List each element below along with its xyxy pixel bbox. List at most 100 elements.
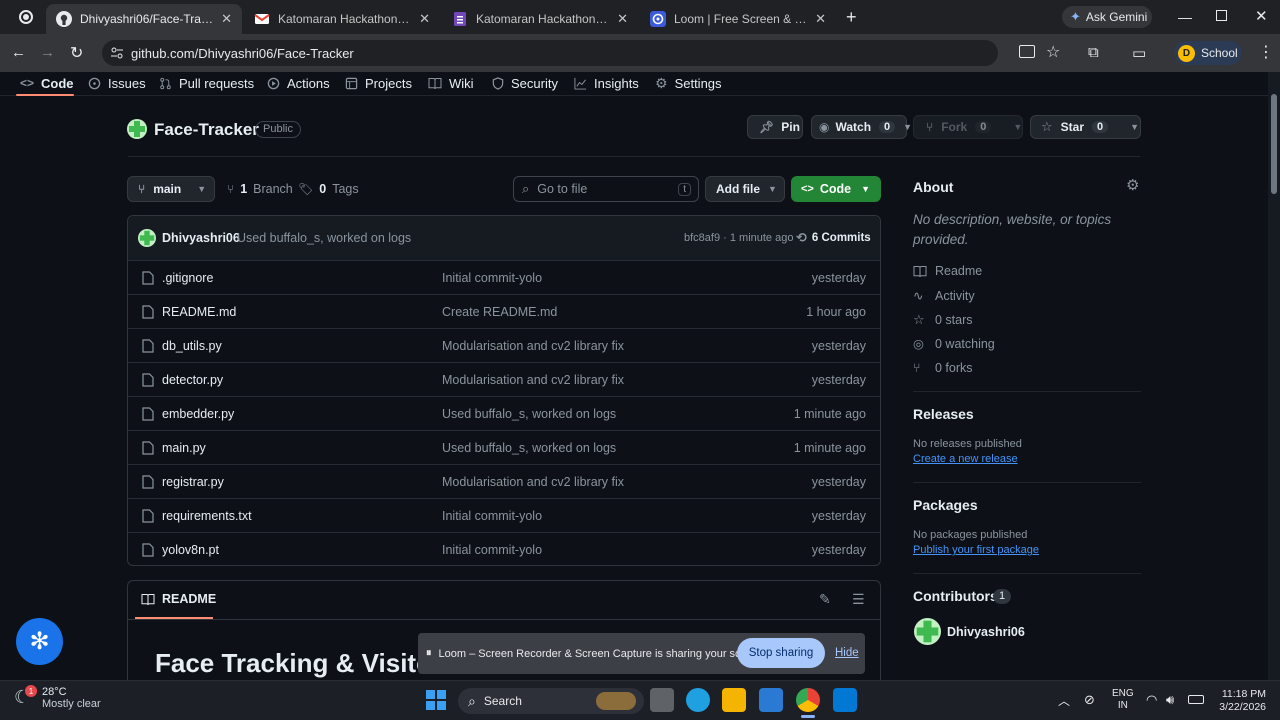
- tab-issues[interactable]: Issues: [88, 74, 146, 92]
- star-button[interactable]: ☆ Star 0 ▼: [1030, 115, 1141, 139]
- file-name[interactable]: detector.py: [162, 373, 223, 387]
- ask-gemini-button[interactable]: ✦ Ask Gemini: [1062, 6, 1152, 28]
- publish-package-link[interactable]: Publish your first package: [913, 544, 1039, 556]
- repo-title[interactable]: Face-Tracker: [154, 120, 259, 140]
- branch-selector[interactable]: ⑂ main ▼: [127, 176, 215, 202]
- tab-insights[interactable]: Insights: [574, 74, 639, 92]
- address-bar[interactable]: github.com/Dhivyashri06/Face-Tracker: [102, 40, 998, 66]
- code-button[interactable]: <> Code ▼: [791, 176, 881, 202]
- file-row[interactable]: .gitignore Initial commit-yolo yesterday: [128, 260, 880, 294]
- contributor-name[interactable]: Dhivyashri06: [947, 625, 1025, 639]
- file-commit-message[interactable]: Modularisation and cv2 library fix: [442, 475, 624, 489]
- tags-link[interactable]: 🏷︎ 0 Tags: [298, 182, 359, 196]
- about-stars-link[interactable]: ☆ 0 stars: [913, 312, 973, 328]
- profile-button[interactable]: D School: [1174, 41, 1242, 65]
- add-file-button[interactable]: Add file ▼: [705, 176, 785, 202]
- close-icon[interactable]: ✕: [617, 11, 628, 27]
- file-commit-message[interactable]: Initial commit-yolo: [442, 271, 542, 285]
- file-row[interactable]: detector.py Modularisation and cv2 libra…: [128, 362, 880, 396]
- about-forks-link[interactable]: ⑂ 0 forks: [913, 361, 973, 375]
- media-icon[interactable]: ▭: [1132, 44, 1146, 62]
- file-explorer-icon[interactable]: [722, 688, 746, 712]
- tray-overflow-icon[interactable]: ︿: [1058, 692, 1070, 709]
- create-release-link[interactable]: Create a new release: [913, 453, 1018, 465]
- language-indicator[interactable]: ENG IN: [1112, 688, 1134, 712]
- packages-title[interactable]: Packages: [913, 497, 978, 513]
- tab-settings[interactable]: ⚙ Settings: [655, 74, 722, 92]
- volume-icon[interactable]: 🔊︎: [1166, 692, 1174, 708]
- commit-sha-time[interactable]: bfc8af9 · 1 minute ago: [684, 232, 793, 244]
- file-row[interactable]: db_utils.py Modularisation and cv2 libra…: [128, 328, 880, 362]
- file-row[interactable]: registrar.py Modularisation and cv2 libr…: [128, 464, 880, 498]
- contributor-avatar[interactable]: [914, 618, 941, 645]
- clock[interactable]: 11:18 PM 3/22/2026: [1214, 688, 1266, 714]
- file-name[interactable]: db_utils.py: [162, 339, 222, 353]
- back-icon[interactable]: ←: [11, 44, 26, 61]
- file-name[interactable]: yolov8n.pt: [162, 543, 219, 557]
- stop-sharing-button[interactable]: Stop sharing: [737, 638, 825, 668]
- commit-message[interactable]: Used buffalo_s, worked on logs: [237, 231, 411, 245]
- edge-icon[interactable]: [686, 688, 710, 712]
- chrome-icon[interactable]: [796, 688, 820, 712]
- readme-tab[interactable]: README: [141, 592, 216, 606]
- commits-link[interactable]: ⟲ 6 Commits: [796, 230, 871, 246]
- file-name[interactable]: requirements.txt: [162, 509, 252, 523]
- page-scrollbar[interactable]: [1268, 72, 1280, 680]
- tab-forms[interactable]: Katomaran Hackathon Submiss ✕: [442, 4, 638, 34]
- menu-icon[interactable]: ⋮: [1258, 42, 1274, 62]
- no-camera-icon[interactable]: ⊘: [1084, 692, 1095, 708]
- weather-widget[interactable]: ☾ 1 28°C Mostly clear: [14, 685, 101, 710]
- tab-actions[interactable]: Actions: [267, 74, 330, 92]
- file-commit-message[interactable]: Create README.md: [442, 305, 557, 319]
- tab-projects[interactable]: Projects: [345, 74, 412, 92]
- releases-title[interactable]: Releases: [913, 406, 974, 422]
- close-icon[interactable]: ✕: [221, 11, 232, 27]
- file-name[interactable]: embedder.py: [162, 407, 234, 421]
- task-view-icon[interactable]: [650, 688, 674, 712]
- file-name[interactable]: README.md: [162, 305, 236, 319]
- file-row[interactable]: README.md Create README.md 1 hour ago: [128, 294, 880, 328]
- about-watching-link[interactable]: ◎ 0 watching: [913, 336, 995, 352]
- file-commit-message[interactable]: Initial commit-yolo: [442, 543, 542, 557]
- reload-icon[interactable]: ↻: [70, 43, 83, 63]
- hide-banner-link[interactable]: Hide: [835, 647, 859, 659]
- wifi-icon[interactable]: ◠: [1146, 692, 1157, 708]
- file-name[interactable]: .gitignore: [162, 271, 213, 285]
- file-name[interactable]: registrar.py: [162, 475, 224, 489]
- file-row[interactable]: requirements.txt Initial commit-yolo yes…: [128, 498, 880, 532]
- outline-list-icon[interactable]: ☰: [852, 591, 865, 608]
- start-button[interactable]: [426, 690, 446, 710]
- tab-wiki[interactable]: Wiki: [428, 74, 474, 92]
- watch-button[interactable]: ◉ Watch 0 ▼: [811, 115, 912, 139]
- floating-action-button[interactable]: ✻: [16, 618, 63, 665]
- new-tab-button[interactable]: +: [846, 7, 857, 28]
- window-close-icon[interactable]: ✕: [1255, 7, 1268, 25]
- file-commit-message[interactable]: Used buffalo_s, worked on logs: [442, 441, 616, 455]
- branches-link[interactable]: ⑂ 1 Branch: [227, 182, 293, 196]
- edit-pencil-icon[interactable]: ✎: [819, 591, 831, 608]
- about-activity-link[interactable]: ∿ Activity: [913, 288, 975, 304]
- maximize-icon[interactable]: [1216, 10, 1227, 21]
- goto-file-input[interactable]: ⌕ Go to file t: [513, 176, 699, 202]
- install-app-icon[interactable]: [1019, 45, 1035, 58]
- close-icon[interactable]: ✕: [815, 11, 826, 27]
- recording-indicator[interactable]: [19, 10, 33, 24]
- store-icon[interactable]: [759, 688, 783, 712]
- close-icon[interactable]: ✕: [419, 11, 430, 27]
- pin-button[interactable]: 📌︎ Pin: [747, 115, 803, 139]
- about-settings-gear-icon[interactable]: ⚙: [1126, 176, 1139, 194]
- extensions-icon[interactable]: ⧉: [1088, 44, 1099, 61]
- file-commit-message[interactable]: Modularisation and cv2 library fix: [442, 339, 624, 353]
- vscode-icon[interactable]: [833, 688, 857, 712]
- commit-author[interactable]: Dhivyashri06: [162, 231, 240, 245]
- file-row[interactable]: main.py Used buffalo_s, worked on logs 1…: [128, 430, 880, 464]
- tab-gmail[interactable]: Katomaran Hackathon – March ✕: [244, 4, 440, 34]
- tab-loom[interactable]: Loom | Free Screen & Video Re ✕: [640, 4, 836, 34]
- forward-icon[interactable]: →: [40, 44, 55, 61]
- file-row[interactable]: yolov8n.pt Initial commit-yolo yesterday: [128, 532, 880, 566]
- file-row[interactable]: embedder.py Used buffalo_s, worked on lo…: [128, 396, 880, 430]
- fork-button[interactable]: ⑂ Fork 0 ▼: [913, 115, 1023, 139]
- tab-code[interactable]: <> Code: [20, 74, 74, 92]
- file-commit-message[interactable]: Initial commit-yolo: [442, 509, 542, 523]
- about-readme-link[interactable]: Readme: [913, 264, 982, 278]
